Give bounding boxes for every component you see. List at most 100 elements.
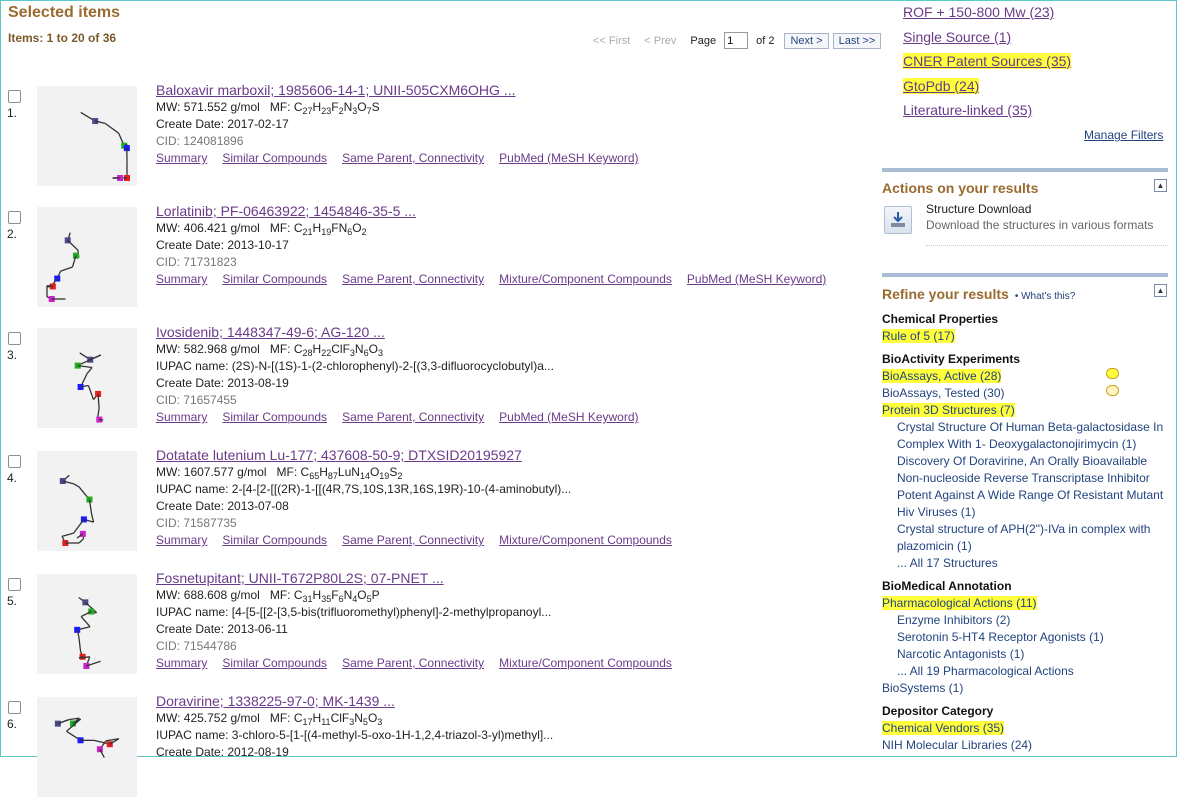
refine-subitem-link[interactable]: ... All 19 Pharmacological Actions [882, 663, 1172, 680]
refine-subitem-link[interactable]: plazomicin (1) [882, 538, 1172, 555]
refine-subitem-link[interactable]: Crystal Structure Of Human Beta-galactos… [882, 419, 1172, 436]
items-count: Items: 1 to 20 of 36 [8, 31, 116, 45]
compound-name-link[interactable]: Lorlatinib; PF-06463922; 1454846-35-5 ..… [156, 203, 856, 220]
refine-item-link[interactable]: Rule of 5 (17) [882, 328, 1172, 345]
manage-filters-link[interactable]: Manage Filters [1084, 128, 1163, 142]
compound-cid: CID: 71544786 [156, 638, 856, 655]
refine-item-link[interactable]: Protein 3D Structures (7) [882, 402, 1172, 419]
external-link-icon[interactable] [1106, 385, 1119, 396]
result-link[interactable]: Mixture/Component Compounds [499, 272, 672, 286]
formula-part: N [344, 588, 353, 602]
result-link[interactable]: Similar Compounds [222, 533, 327, 547]
create-date: Create Date: 2013-10-17 [156, 237, 856, 254]
result-checkbox[interactable] [8, 332, 21, 345]
refine-subitem-link[interactable]: Crystal structure of APH(2")-IVa in comp… [882, 521, 1172, 538]
page-number-input[interactable] [724, 32, 748, 49]
first-page-link: << First [593, 35, 630, 47]
download-icon[interactable] [884, 206, 912, 234]
filter-link[interactable]: Single Source (1) [903, 29, 1071, 54]
refine-subitem-link[interactable]: Non-nucleoside Reverse Transcriptase Inh… [882, 470, 1172, 487]
refine-subitem-link[interactable]: ... All 17 Structures [882, 555, 1172, 572]
structure-download-link[interactable]: Structure Download [926, 202, 1031, 216]
result-checkbox[interactable] [8, 701, 21, 714]
refine-subitem-link[interactable]: Narcotic Antagonists (1) [882, 646, 1172, 663]
result-link[interactable]: Mixture/Component Compounds [499, 656, 672, 670]
structure-thumbnail[interactable] [37, 574, 137, 674]
result-link[interactable]: Summary [156, 151, 207, 165]
result-link[interactable]: Summary [156, 656, 207, 670]
refine-subitem-link[interactable]: Hiv Viruses (1) [882, 504, 1172, 521]
structure-thumbnail[interactable] [37, 451, 137, 551]
refine-item-label: Protein 3D Structures (7) [882, 403, 1015, 417]
refine-item-link[interactable]: BioAssays, Tested (30) [882, 385, 1172, 402]
structure-thumbnail[interactable] [37, 328, 137, 428]
compound-name-link[interactable]: Baloxavir marboxil; 1985606-14-1; UNII-5… [156, 82, 856, 99]
result-info: Dotatate lutenium Lu-177; 437608-50-9; D… [156, 447, 856, 549]
filter-link[interactable]: Literature-linked (35) [903, 102, 1071, 127]
result-link[interactable]: Similar Compounds [222, 656, 327, 670]
result-link[interactable]: Same Parent, Connectivity [342, 656, 484, 670]
result-checkbox[interactable] [8, 455, 21, 468]
formula-part: H [313, 588, 322, 602]
result-link[interactable]: Summary [156, 533, 207, 547]
filter-label: Single Source (1) [903, 29, 1011, 45]
formula-part: 3 [377, 717, 382, 727]
structure-thumbnail[interactable] [37, 207, 137, 307]
refine-subitem-link[interactable]: Complex With 1- Deoxygalactonojirimycin … [882, 436, 1172, 453]
compound-name-link[interactable]: Dotatate lutenium Lu-177; 437608-50-9; D… [156, 447, 856, 464]
refine-subitem-link[interactable]: Serotonin 5-HT4 Receptor Agonists (1) [882, 629, 1172, 646]
formula-part: H [313, 221, 322, 235]
refine-list: Chemical PropertiesRule of 5 (17)BioActi… [882, 311, 1172, 754]
next-page-button[interactable]: Next > [784, 33, 828, 49]
refine-collapse-button[interactable]: ▲ [1154, 284, 1167, 297]
refine-item-link[interactable]: Pharmacological Actions (11) [882, 595, 1172, 612]
result-link[interactable]: Same Parent, Connectivity [342, 410, 484, 424]
filter-link[interactable]: CNER Patent Sources (35) [903, 53, 1071, 78]
last-page-button[interactable]: Last >> [833, 33, 882, 49]
refine-item-link[interactable]: BioSystems (1) [882, 680, 1172, 697]
refine-subitem-link[interactable]: Discovery Of Doravirine, An Orally Bioav… [882, 453, 1172, 470]
result-checkbox[interactable] [8, 90, 21, 103]
external-link-icon[interactable] [1106, 368, 1119, 379]
result-link[interactable]: Same Parent, Connectivity [342, 533, 484, 547]
molecular-formula: C17H11ClF3N5O3 [294, 711, 382, 725]
result-link[interactable]: Same Parent, Connectivity [342, 272, 484, 286]
mw-mf-line: MW: 406.421 g/mol MF: C21H19FN6O2 [156, 220, 856, 237]
page-label: Page [690, 35, 716, 47]
compound-name-link[interactable]: Fosnetupitant; UNII-T672P80L2S; 07-PNET … [156, 570, 856, 587]
formula-part: 31 [303, 594, 313, 604]
result-checkbox[interactable] [8, 578, 21, 591]
download-icon-glyph [885, 207, 911, 233]
refine-section-heading: Chemical Properties [882, 311, 1172, 328]
actions-collapse-button[interactable]: ▲ [1154, 179, 1167, 192]
mf-label: MF: [270, 588, 291, 602]
refine-item-link[interactable]: NIH Molecular Libraries (24) [882, 737, 1172, 754]
result-link[interactable]: Similar Compounds [222, 272, 327, 286]
result-link[interactable]: PubMed (MeSH Keyword) [499, 410, 638, 424]
whats-this-link[interactable]: • What's this? [1015, 291, 1075, 302]
structure-thumbnail[interactable] [37, 86, 137, 186]
structure-thumbnail[interactable] [37, 697, 137, 797]
result-link[interactable]: Same Parent, Connectivity [342, 151, 484, 165]
refine-subitem-link[interactable]: Potent Against A Wide Range Of Resistant… [882, 487, 1172, 504]
formula-part: 3 [378, 348, 383, 358]
result-checkbox[interactable] [8, 211, 21, 224]
result-link[interactable]: Summary [156, 410, 207, 424]
result-link[interactable]: Similar Compounds [222, 151, 327, 165]
compound-name-link[interactable]: Doravirine; 1338225-97-0; MK-1439 ... [156, 693, 856, 710]
result-link[interactable]: Summary [156, 272, 207, 286]
result-link[interactable]: Similar Compounds [222, 410, 327, 424]
refine-item-link[interactable]: Chemical Vendors (35) [882, 720, 1172, 737]
filter-link[interactable]: ROF + 150-800 Mw (23) [903, 4, 1071, 29]
result-link[interactable]: PubMed (MeSH Keyword) [499, 151, 638, 165]
compound-name-link[interactable]: Ivosidenib; 1448347-49-6; AG-120 ... [156, 324, 856, 341]
result-links: Summary Similar Compounds Same Parent, Con… [156, 655, 856, 672]
refine-item-link[interactable]: BioAssays, Active (28) [882, 368, 1172, 385]
result-link[interactable]: PubMed (MeSH Keyword) [687, 272, 826, 286]
refine-subitem-link[interactable]: Enzyme Inhibitors (2) [882, 612, 1172, 629]
filter-link[interactable]: GtoPdb (24) [903, 78, 1071, 103]
actions-panel-title: Actions on your results [882, 180, 1038, 196]
result-link[interactable]: Mixture/Component Compounds [499, 533, 672, 547]
iupac-name: IUPAC name: 3-chloro-5-[1-[(4-methyl-5-o… [156, 727, 856, 744]
molecular-formula: C65H87LuN14O19S2 [301, 465, 403, 479]
